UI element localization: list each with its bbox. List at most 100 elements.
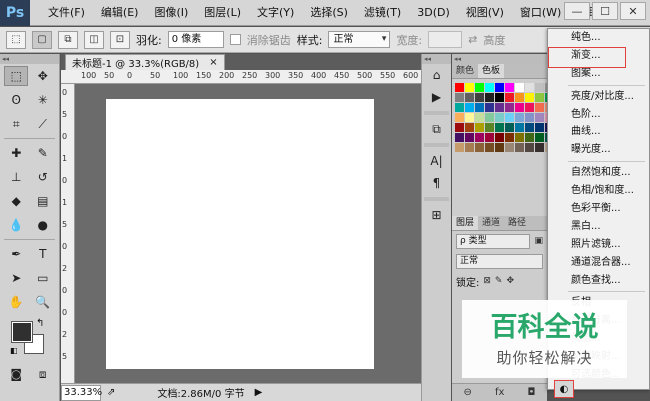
minimize-button[interactable]: — [564, 2, 590, 20]
history-brush-icon[interactable]: ↺ [31, 167, 55, 187]
intersect-selection-icon[interactable]: ⊡ [110, 30, 130, 49]
color-swatch[interactable] [495, 113, 504, 122]
menu-select[interactable]: 选择(S) [302, 0, 356, 26]
color-swatch[interactable] [535, 83, 544, 92]
character-panel-icon[interactable]: A| [422, 150, 451, 172]
stamp-tool-icon[interactable]: ⊥ [4, 167, 28, 187]
color-swatch[interactable] [455, 113, 464, 122]
color-swatch[interactable] [465, 143, 474, 152]
color-swatch[interactable] [485, 83, 494, 92]
healing-brush-icon[interactable]: ✚ [4, 143, 28, 163]
color-swatch[interactable] [475, 123, 484, 132]
swap-colors-icon[interactable]: ↰ [36, 318, 44, 329]
menu-channel-mixer[interactable]: 通道混合器... [548, 254, 649, 272]
color-swatch[interactable] [455, 83, 464, 92]
panels-collapse-icon[interactable]: ◂◂ [452, 54, 547, 64]
color-swatch[interactable] [495, 93, 504, 102]
share-icon[interactable]: ⇗ [107, 387, 115, 398]
default-colors-icon[interactable]: ◧ [10, 346, 18, 355]
lock-image-icon[interactable]: ✎ [495, 276, 503, 286]
color-swatch[interactable] [505, 143, 514, 152]
color-swatch[interactable] [465, 113, 474, 122]
lasso-tool-icon[interactable]: ʘ [4, 90, 28, 110]
menu-curves[interactable]: 曲线... [548, 123, 649, 141]
color-swatch[interactable] [495, 123, 504, 132]
close-button[interactable]: ✕ [620, 2, 646, 20]
zoom-tool-icon[interactable]: 🔍 [31, 292, 55, 312]
filter-image-icon[interactable]: ▣ [534, 236, 543, 246]
canvas[interactable] [106, 99, 374, 369]
eraser-tool-icon[interactable]: ◆ [4, 191, 28, 211]
properties-panel-icon[interactable]: ⊞ [422, 204, 451, 226]
color-swatch[interactable] [465, 103, 474, 112]
link-layers-icon[interactable]: ⊖ [464, 387, 472, 398]
color-swatch[interactable] [465, 93, 474, 102]
color-swatch[interactable] [455, 133, 464, 142]
color-swatch[interactable] [475, 113, 484, 122]
color-swatch[interactable] [485, 93, 494, 102]
menu-exposure[interactable]: 曝光度... [548, 141, 649, 159]
color-swatch[interactable] [455, 143, 464, 152]
color-swatch[interactable] [475, 133, 484, 142]
color-swatch[interactable] [475, 83, 484, 92]
history-panel-icon[interactable]: ⌂ [422, 64, 451, 86]
color-swatch[interactable] [525, 143, 534, 152]
pen-tool-icon[interactable]: ✒ [4, 244, 28, 264]
color-swatch[interactable] [485, 143, 494, 152]
color-swatch[interactable] [485, 103, 494, 112]
menu-3d[interactable]: 3D(D) [409, 0, 458, 26]
feather-input[interactable]: 0 像素 [167, 31, 224, 48]
color-swatch[interactable] [515, 103, 524, 112]
tab-swatches[interactable]: 色板 [478, 64, 505, 78]
color-swatch[interactable] [465, 123, 474, 132]
color-swatch[interactable] [505, 113, 514, 122]
color-swatch[interactable] [455, 93, 464, 102]
close-tab-icon[interactable]: × [209, 57, 217, 68]
color-swatch[interactable] [535, 93, 544, 102]
color-swatch[interactable] [525, 123, 534, 132]
dodge-tool-icon[interactable]: ● [31, 215, 55, 235]
color-swatch[interactable] [505, 103, 514, 112]
swap-dimensions-icon[interactable]: ⇄ [468, 33, 477, 46]
menu-color-balance[interactable]: 色彩平衡... [548, 200, 649, 218]
marquee-tool-icon[interactable]: ⬚ [4, 66, 29, 86]
new-selection-icon[interactable]: ▢ [32, 30, 52, 49]
color-swatch[interactable] [485, 133, 494, 142]
color-swatch[interactable] [535, 133, 544, 142]
color-swatch[interactable] [525, 103, 534, 112]
color-swatch[interactable] [495, 143, 504, 152]
color-swatch[interactable] [505, 93, 514, 102]
marquee-preset-icon[interactable]: ⬚ [6, 30, 26, 49]
add-selection-icon[interactable]: ⧉ [58, 30, 78, 49]
color-swatch[interactable] [485, 113, 494, 122]
color-swatch[interactable] [495, 83, 504, 92]
status-menu-arrow[interactable]: ▶ [255, 387, 263, 398]
move-tool-icon[interactable]: ✥ [31, 66, 55, 86]
brush-tool-icon[interactable]: ✎ [31, 143, 55, 163]
type-tool-icon[interactable]: T [31, 244, 55, 264]
color-swatch[interactable] [535, 103, 544, 112]
lock-transparent-icon[interactable]: ⊠ [483, 276, 491, 286]
color-swatch[interactable] [475, 103, 484, 112]
color-swatch[interactable] [515, 133, 524, 142]
paragraph-panel-icon[interactable]: ¶ [422, 172, 451, 194]
zoom-level[interactable]: 33.33% [61, 384, 102, 401]
menu-brightness-contrast[interactable]: 亮度/对比度... [548, 88, 649, 106]
color-swatch[interactable] [505, 133, 514, 142]
menu-photo-filter[interactable]: 照片滤镜... [548, 236, 649, 254]
menu-levels[interactable]: 色阶... [548, 106, 649, 124]
color-swatch[interactable] [475, 93, 484, 102]
style-select[interactable]: 正常 [328, 31, 391, 48]
color-swatch[interactable] [525, 93, 534, 102]
tab-paths[interactable]: 路径 [504, 216, 530, 230]
color-swatch[interactable] [525, 113, 534, 122]
clone-source-icon[interactable]: ⧉ [422, 118, 451, 140]
menu-solid-color[interactable]: 纯色... [548, 29, 649, 47]
color-swatch[interactable] [535, 123, 544, 132]
menu-type[interactable]: 文字(Y) [249, 0, 302, 26]
menu-edit[interactable]: 编辑(E) [93, 0, 147, 26]
tab-layers[interactable]: 图层 [452, 216, 479, 230]
color-swatch[interactable] [465, 83, 474, 92]
menu-black-white[interactable]: 黑白... [548, 218, 649, 236]
new-adjustment-layer-button[interactable]: ◐ [554, 380, 574, 398]
